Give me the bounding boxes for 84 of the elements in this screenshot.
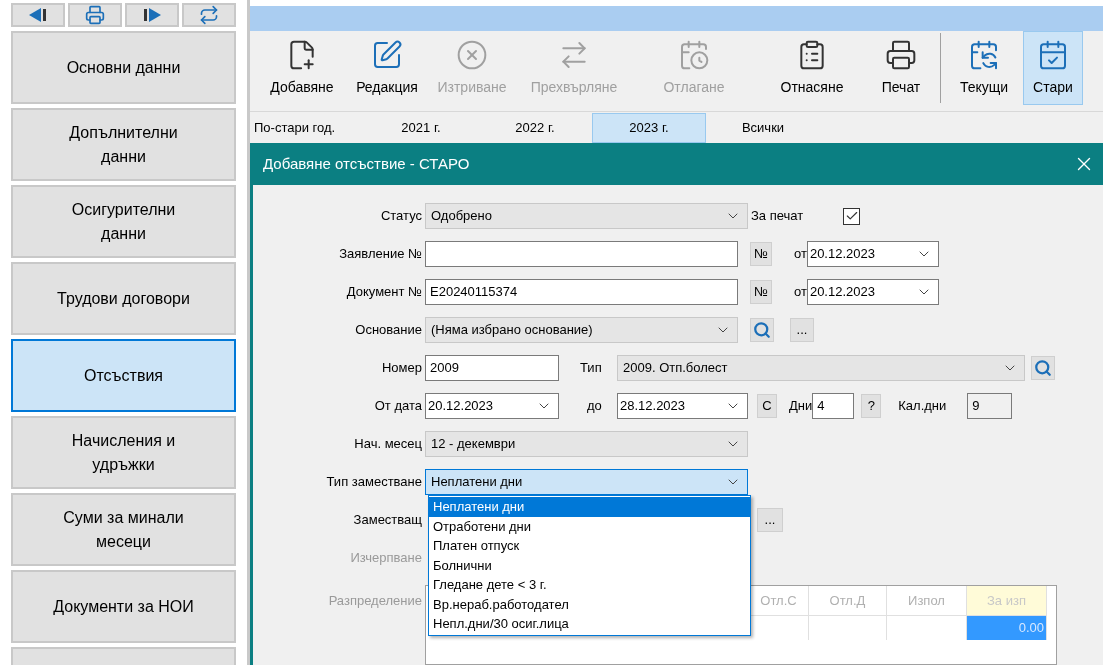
type-dropdown[interactable]: 2009. Отп.болест	[617, 355, 1025, 381]
sidebar-item[interactable]: Отсъствия	[11, 339, 236, 412]
search-icon	[753, 321, 771, 339]
toolbar-button[interactable]: Редакция	[348, 31, 426, 105]
dropdown-option[interactable]: Гледане дете < 3 г.	[429, 575, 750, 595]
field-label: Статус	[380, 207, 422, 226]
field-label: Основание	[355, 321, 422, 340]
previous-icon[interactable]	[11, 3, 65, 27]
basis-dropdown[interactable]: (Няма избрано основание)	[425, 317, 738, 343]
toolbar-button[interactable]: Стари	[1023, 31, 1083, 105]
swap-icon[interactable]	[182, 3, 236, 27]
year-tab[interactable]: 2023 г.	[592, 113, 706, 143]
print-checkbox[interactable]	[843, 207, 860, 225]
next-icon[interactable]	[125, 3, 179, 27]
column-header: Отл.Д	[809, 586, 887, 616]
search-icon	[1034, 359, 1052, 377]
sidebar-item[interactable]: Начисления и удръжки	[11, 416, 236, 489]
number-field[interactable]: E20240115374	[425, 279, 738, 305]
printer-icon[interactable]	[68, 3, 122, 27]
table-cell: 0.00	[967, 616, 1047, 640]
dropdown-option[interactable]: Неплатени дни	[429, 497, 750, 517]
field-label: Кал.дни	[898, 398, 947, 414]
sidebar-item[interactable]: Суми за минали месеци	[11, 493, 236, 566]
dialog-title: Добавяне отсъствие - СТАРО	[263, 153, 470, 174]
sidebar-item[interactable]: Трудови договори	[11, 262, 236, 335]
field-label: Тип	[580, 360, 602, 376]
calendar-clock-icon	[678, 38, 710, 71]
to-date-field[interactable]: 28.12.2023	[617, 393, 748, 419]
pencil-icon	[371, 38, 403, 71]
field-label: От дата	[374, 397, 422, 416]
days-field[interactable]: 4	[812, 393, 855, 419]
substitution-dropdown[interactable]: Неплатени дни	[425, 469, 748, 495]
toolbar-button[interactable]: Отнасяне	[758, 31, 866, 105]
dropdown-option[interactable]: Вр.нераб.работодател	[429, 594, 750, 614]
number-field[interactable]	[425, 241, 738, 267]
field-label: Изчерпване	[350, 549, 422, 568]
status-dropdown[interactable]: Одобрено	[425, 203, 748, 229]
sidebar-item[interactable]: Основни данни	[11, 31, 236, 104]
field-label: Документ №	[346, 283, 422, 302]
calendar-icon	[968, 38, 1000, 71]
calendar-days-field[interactable]: 9	[967, 393, 1013, 419]
number-input[interactable]: 2009	[425, 355, 559, 381]
search-button[interactable]	[750, 318, 774, 342]
year-tab[interactable]: 2021 г.	[364, 113, 478, 143]
dropdown-option[interactable]: Платен отпуск	[429, 536, 750, 556]
from-date-field[interactable]: 20.12.2023	[425, 393, 559, 419]
field-label: Нач. месец	[354, 435, 422, 454]
field-label: Заявление №	[339, 245, 422, 264]
field-label: Разпределение	[328, 592, 422, 610]
year-tab[interactable]: По-стари год.	[254, 113, 364, 143]
search-button[interactable]	[1031, 356, 1055, 380]
field-label: Дни	[789, 398, 813, 414]
field-label: от	[794, 284, 807, 300]
year-tab[interactable]: 2022 г.	[478, 113, 592, 143]
field-label: до	[587, 398, 602, 414]
date-field[interactable]: 20.12.2023	[806, 241, 939, 267]
toolbar-button[interactable]: Печат	[866, 31, 936, 105]
month-dropdown[interactable]: 12 - декември	[425, 431, 748, 457]
year-tab[interactable]: Всички	[706, 113, 820, 143]
sidebar-item[interactable]: Документи за НОИ	[11, 570, 236, 643]
dropdown-option[interactable]: Болнични	[429, 555, 750, 575]
printer-icon	[885, 38, 917, 71]
field-label: от	[794, 246, 807, 262]
c-button[interactable]: С	[757, 394, 777, 418]
toolbar-button[interactable]: Добавяне	[256, 31, 348, 105]
number-button[interactable]: №	[750, 242, 772, 266]
toolbar-button[interactable]: Текущи	[945, 31, 1023, 105]
more-button[interactable]: ...	[757, 508, 783, 532]
sidebar-item[interactable]: Допълнителни данни	[11, 108, 236, 181]
help-button[interactable]: ?	[861, 394, 882, 418]
calendar-check-icon	[1037, 38, 1069, 71]
field-label: За печат	[751, 208, 804, 224]
check-icon	[844, 209, 859, 223]
column-header: Отл.С	[749, 586, 809, 616]
dropdown-option[interactable]: Отработени дни	[429, 516, 750, 536]
date-field[interactable]: 20.12.2023	[806, 279, 939, 305]
number-button[interactable]: №	[750, 280, 772, 304]
sidebar-item[interactable]: Осигурителни данни	[11, 185, 236, 258]
more-button[interactable]: ...	[790, 318, 814, 342]
field-label: Заместващ	[353, 511, 422, 530]
dropdown-option[interactable]: Непл.дни/30 осиг.лица	[429, 614, 750, 634]
circle-x-icon	[456, 38, 488, 71]
field-label: Тип заместване	[326, 473, 422, 492]
field-label: Номер	[382, 359, 422, 378]
